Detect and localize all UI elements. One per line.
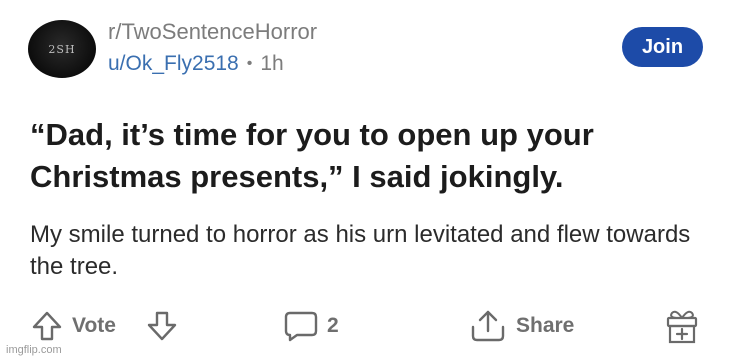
watermark: imgflip.com — [6, 344, 62, 356]
share-label: Share — [516, 314, 575, 337]
subreddit-avatar[interactable]: 2SH — [28, 20, 96, 78]
comments-button[interactable]: 2 — [283, 309, 339, 343]
post-title[interactable]: “Dad, it’s time for you to open up your … — [30, 114, 710, 198]
vote-label: Vote — [72, 314, 116, 337]
post-meta: u/Ok_Fly2518 • 1h — [108, 52, 284, 76]
share-button[interactable]: Share — [468, 309, 574, 343]
avatar-text: 2SH — [48, 42, 76, 56]
meta-separator: • — [246, 55, 253, 72]
join-button[interactable]: Join — [622, 27, 703, 67]
post-body: My smile turned to horror as his urn lev… — [30, 221, 691, 280]
award-button[interactable] — [664, 307, 700, 345]
arrow-up-icon — [32, 311, 62, 341]
gift-icon — [666, 310, 698, 344]
post-time: 1h — [260, 52, 284, 75]
comment-bubble-icon — [284, 311, 318, 342]
username-link[interactable]: u/Ok_Fly2518 — [108, 52, 239, 76]
action-bar: Vote 2 Share — [0, 303, 733, 349]
upvote-button[interactable]: Vote — [30, 309, 116, 343]
comment-count: 2 — [327, 314, 339, 337]
arrow-down-icon — [147, 311, 177, 341]
subreddit-name[interactable]: r/TwoSentenceHorror — [108, 19, 317, 45]
downvote-button[interactable] — [145, 309, 179, 343]
share-icon — [471, 310, 505, 342]
